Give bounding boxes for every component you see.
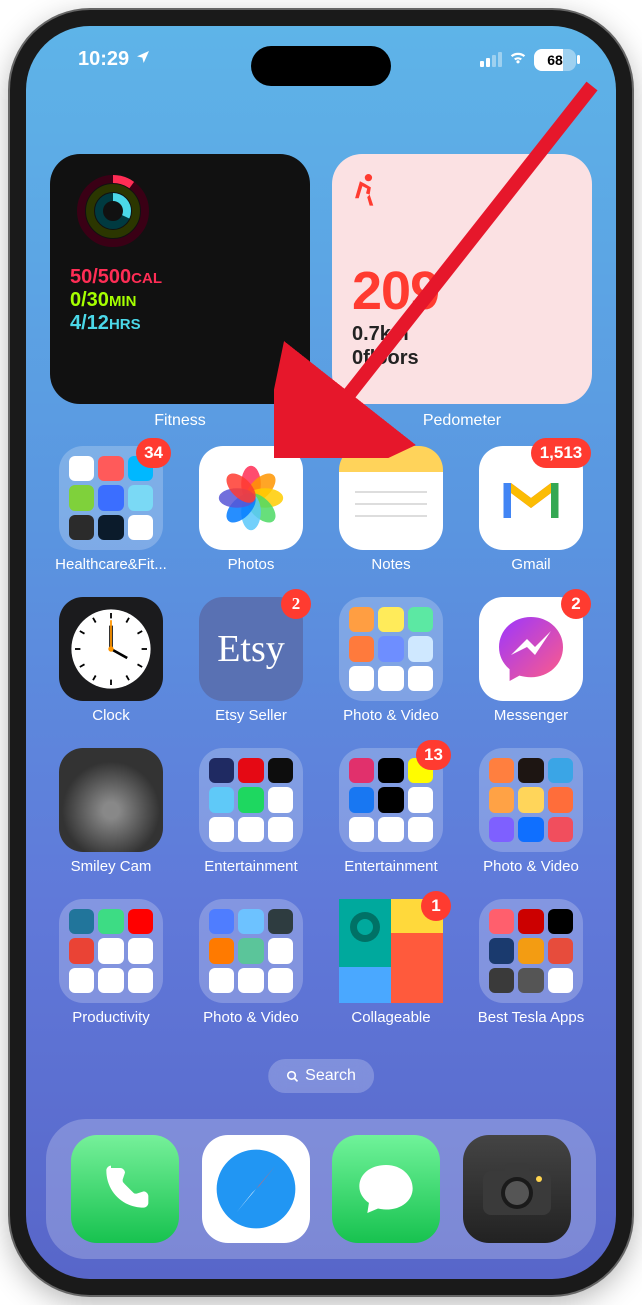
app-label: Messenger xyxy=(494,707,568,724)
app-messenger[interactable]: 2 Messenger xyxy=(470,597,592,724)
fitness-widget[interactable]: 50/500CAL 0/30MIN 4/12HRS xyxy=(50,154,310,404)
walking-icon xyxy=(352,174,572,216)
app-photo-video[interactable]: Photo & Video xyxy=(190,899,312,1026)
fitness-stats: 50/500CAL 0/30MIN 4/12HRS xyxy=(70,266,290,335)
app-label: Photo & Video xyxy=(483,858,579,875)
gmail-app-icon[interactable]: 1,513 xyxy=(479,446,583,550)
notes-app-icon[interactable] xyxy=(339,446,443,550)
pedometer-distance: 0.7km xyxy=(352,322,572,346)
app-label: Photo & Video xyxy=(203,1009,299,1026)
fitness-widget-label: Fitness xyxy=(50,412,310,430)
folder-icon[interactable] xyxy=(59,899,163,1003)
collageable-app-icon[interactable]: 1 xyxy=(339,899,443,1003)
photos-app-icon[interactable] xyxy=(199,446,303,550)
clock-app-icon[interactable] xyxy=(59,597,163,701)
app-label: Smiley Cam xyxy=(71,858,152,875)
app-label: Best Tesla Apps xyxy=(478,1009,584,1026)
app-photo-video[interactable]: Photo & Video xyxy=(470,748,592,875)
folder-icon[interactable] xyxy=(479,899,583,1003)
notification-badge: 1 xyxy=(421,891,451,921)
app-label: Entertainment xyxy=(204,858,297,875)
status-time: 10:29 xyxy=(78,48,129,71)
app-entertainment[interactable]: Entertainment xyxy=(190,748,312,875)
app-label: Etsy Seller xyxy=(215,707,287,724)
app-etsy-seller[interactable]: 2Etsy Etsy Seller xyxy=(190,597,312,724)
app-label: Photos xyxy=(228,556,275,573)
app-photos[interactable]: Photos xyxy=(190,446,312,573)
step-count: 209 xyxy=(352,260,572,322)
app-label: Photo & Video xyxy=(343,707,439,724)
folder-icon[interactable]: 13 xyxy=(339,748,443,852)
app-grid: 34 Healthcare&Fit... Photos Notes 1,513 Gmail… xyxy=(50,446,592,1026)
widgets-row: 50/500CAL 0/30MIN 4/12HRS 209 0.7km 0flo… xyxy=(50,154,592,404)
search-label: Search xyxy=(305,1067,356,1085)
dock xyxy=(46,1119,596,1259)
app-best-tesla-apps[interactable]: Best Tesla Apps xyxy=(470,899,592,1026)
notification-badge: 2 xyxy=(281,589,311,619)
notification-badge: 34 xyxy=(136,438,171,468)
folder-icon[interactable] xyxy=(479,748,583,852)
activity-rings-icon xyxy=(76,174,150,248)
phone-frame: 10:29 68 50/ xyxy=(10,10,632,1295)
folder-icon[interactable] xyxy=(199,899,303,1003)
app-label: Productivity xyxy=(72,1009,150,1026)
pedometer-floors: 0floors xyxy=(352,346,572,370)
app-collageable[interactable]: 1 Collageable xyxy=(330,899,452,1026)
pedometer-widget[interactable]: 209 0.7km 0floors xyxy=(332,154,592,404)
etsy-app-icon[interactable]: 2Etsy xyxy=(199,597,303,701)
app-label: Healthcare&Fit... xyxy=(55,556,167,573)
app-label: Entertainment xyxy=(344,858,437,875)
notification-badge: 1,513 xyxy=(531,438,591,468)
phone-app[interactable] xyxy=(71,1135,179,1243)
folder-icon[interactable] xyxy=(339,597,443,701)
folder-icon[interactable] xyxy=(199,748,303,852)
dynamic-island[interactable] xyxy=(251,46,391,86)
app-healthcare-fit-[interactable]: 34 Healthcare&Fit... xyxy=(50,446,172,573)
app-gmail[interactable]: 1,513 Gmail xyxy=(470,446,592,573)
notification-badge: 2 xyxy=(561,589,591,619)
location-services-icon xyxy=(135,48,151,71)
app-clock[interactable]: Clock xyxy=(50,597,172,724)
messenger-app-icon[interactable]: 2 xyxy=(479,597,583,701)
wifi-icon xyxy=(508,48,528,71)
home-screen[interactable]: 10:29 68 50/ xyxy=(26,26,616,1279)
app-label: Gmail xyxy=(511,556,550,573)
app-label: Collageable xyxy=(351,1009,430,1026)
app-label: Notes xyxy=(371,556,410,573)
pedometer-widget-label: Pedometer xyxy=(332,412,592,430)
folder-icon[interactable]: 34 xyxy=(59,446,163,550)
search-button[interactable]: Search xyxy=(268,1059,374,1093)
battery-indicator: 68 xyxy=(534,49,576,71)
cellular-signal-icon xyxy=(480,52,502,67)
notification-badge: 13 xyxy=(416,740,451,770)
smiley-cam-app-icon[interactable] xyxy=(59,748,163,852)
app-photo-video[interactable]: Photo & Video xyxy=(330,597,452,724)
safari-app[interactable] xyxy=(202,1135,310,1243)
app-label: Clock xyxy=(92,707,130,724)
app-entertainment[interactable]: 13 Entertainment xyxy=(330,748,452,875)
app-smiley-cam[interactable]: Smiley Cam xyxy=(50,748,172,875)
app-productivity[interactable]: Productivity xyxy=(50,899,172,1026)
app-notes[interactable]: Notes xyxy=(330,446,452,573)
camera-app[interactable] xyxy=(463,1135,571,1243)
messages-app[interactable] xyxy=(332,1135,440,1243)
